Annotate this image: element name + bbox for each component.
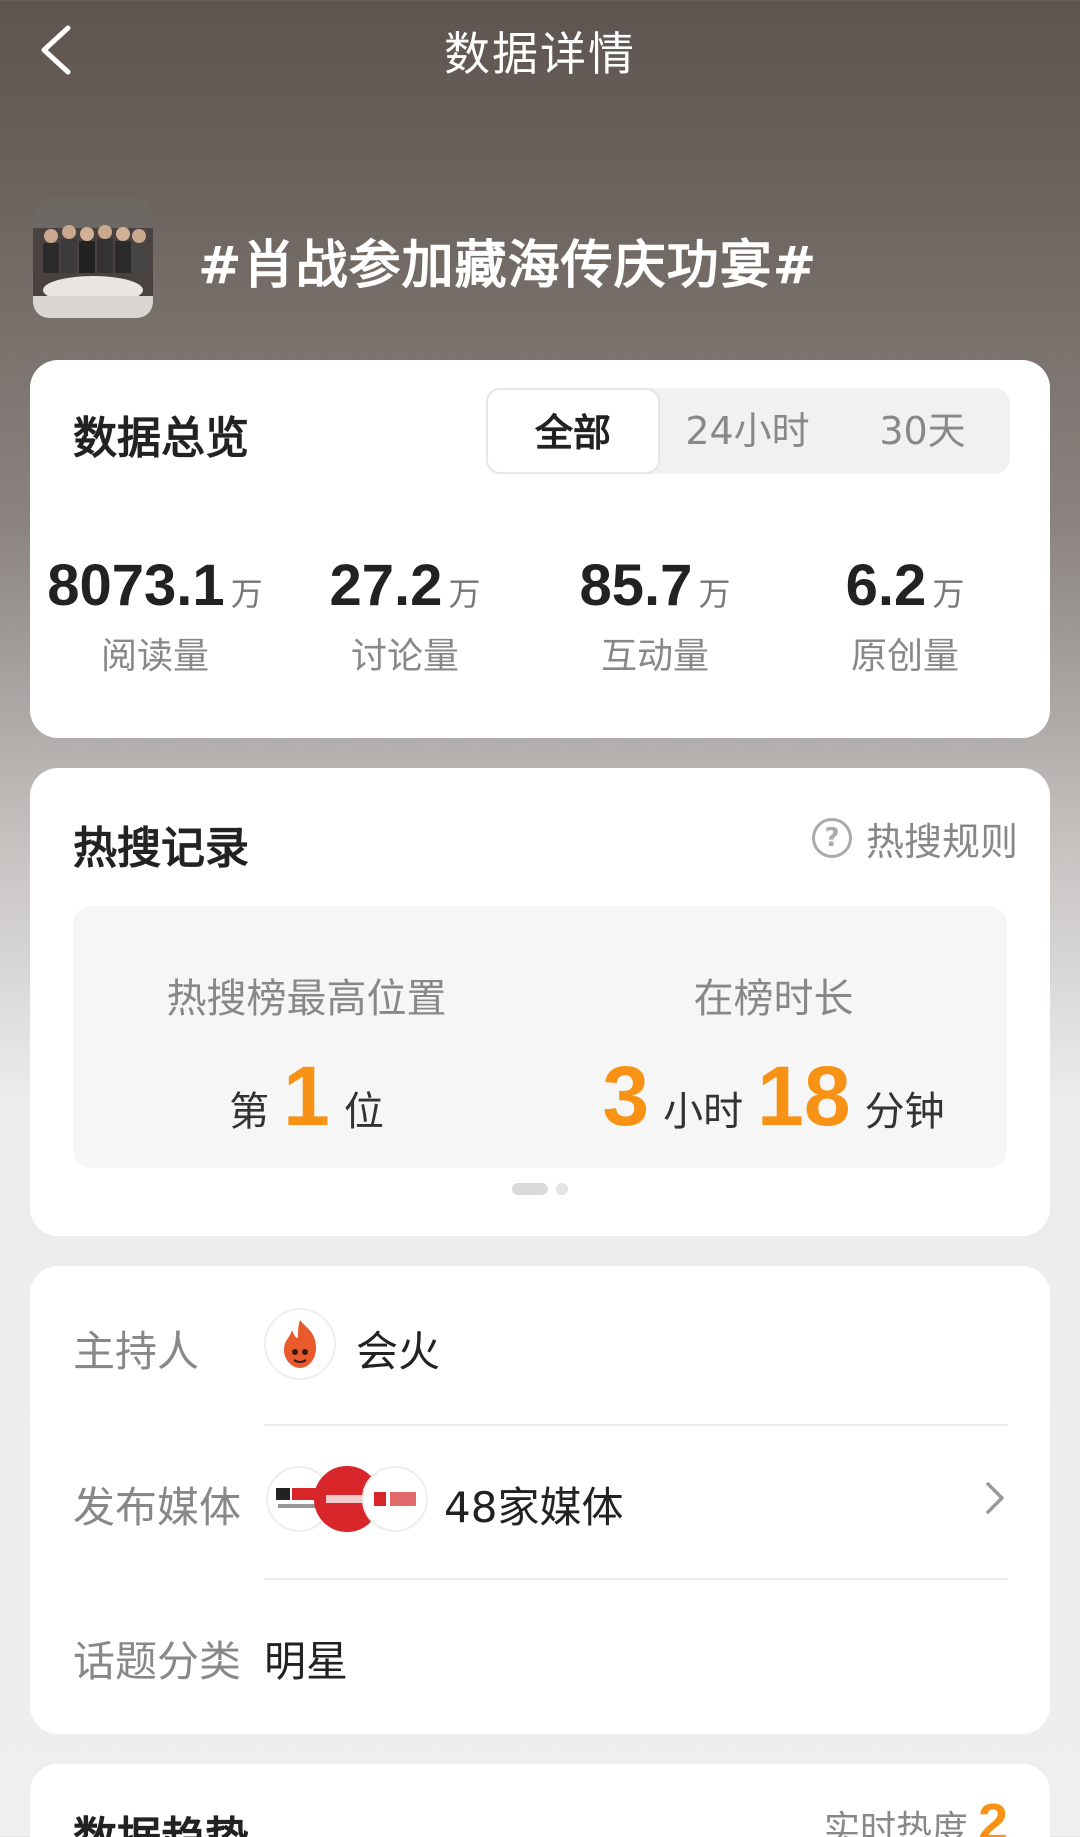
best-position-value: 第1位 [73, 1048, 540, 1145]
question-icon: ? [811, 818, 852, 858]
page-title: 数据详情 [444, 27, 636, 81]
media-count[interactable]: 48家媒体 [444, 1474, 623, 1535]
position-number: 1 [283, 1049, 330, 1143]
media-logo-paper [362, 1466, 428, 1532]
stat-value: 8073.1 [47, 553, 225, 618]
media-logos[interactable] [266, 1466, 428, 1534]
hours-unit: 小时 [663, 1089, 744, 1135]
stat-original: 6.2 万 原创量 [780, 552, 1030, 679]
hot-search-title: 热搜记录 [73, 823, 249, 874]
divider [264, 1578, 1008, 1580]
duration-value: 3 小时 18 分钟 [540, 1048, 1007, 1145]
rank-summary[interactable]: 热搜榜最高位置 在榜时长 第1位 3 小时 18 分钟 [73, 906, 1007, 1168]
realtime-value: 2 [977, 1793, 1008, 1837]
topic-title: #肖战参加藏海传庆功宴# [198, 236, 818, 296]
minutes-unit: 分钟 [864, 1089, 945, 1135]
pager-dot [556, 1183, 568, 1195]
topic-thumbnail[interactable] [33, 198, 153, 318]
stat-label: 讨论量 [350, 636, 459, 677]
realtime-label: 实时热度 [823, 1809, 968, 1837]
stat-read: 8073.1 万 阅读量 [30, 552, 280, 679]
stat-unit: 万 [448, 575, 481, 613]
duration-label: 在榜时长 [693, 976, 854, 1022]
tab-24h[interactable]: 24小时 [660, 388, 835, 474]
duration-minutes: 18 [757, 1049, 851, 1143]
tab-all[interactable]: 全部 [486, 388, 660, 474]
stat-label: 原创量 [850, 636, 959, 677]
stat-label: 互动量 [600, 636, 709, 677]
time-range-segment: 全部 24小时 30天 [486, 388, 1010, 474]
host-name[interactable]: 会火 [356, 1318, 440, 1379]
position-prefix: 第 [229, 1089, 270, 1135]
rule-label: 热搜规则 [865, 819, 1018, 864]
stat-unit: 万 [698, 575, 731, 613]
hot-search-rule-link[interactable]: ? 热搜规则 [811, 814, 1018, 864]
overview-title: 数据总览 [73, 413, 249, 464]
host-avatar[interactable] [264, 1308, 336, 1380]
chevron-right-icon[interactable] [974, 1478, 1014, 1518]
topic-info-card: 主持人 会火 发布媒体 48家媒体 话题分类 明星 [30, 1266, 1050, 1734]
host-label: 主持人 [73, 1327, 200, 1376]
stat-label: 阅读量 [100, 636, 209, 677]
stat-unit: 万 [932, 575, 965, 613]
tab-30d[interactable]: 30天 [835, 388, 1010, 474]
stat-value: 27.2 [329, 553, 443, 618]
trend-title: 数据趋势 [73, 1802, 249, 1837]
hot-search-card: 热搜记录 ? 热搜规则 热搜榜最高位置 在榜时长 第1位 3 小时 18 分钟 [30, 768, 1050, 1236]
media-label: 发布媒体 [73, 1483, 242, 1532]
stat-discuss: 27.2 万 讨论量 [280, 552, 530, 679]
nav-bar: 数据详情 [0, 0, 1080, 110]
stat-value: 6.2 [845, 553, 927, 618]
trend-card: 数据趋势 实时热度 2 [30, 1764, 1050, 1837]
duration-hours: 3 [602, 1049, 650, 1143]
topic-header: #肖战参加藏海传庆功宴# [33, 198, 1053, 318]
category-label: 话题分类 [73, 1637, 242, 1686]
pager-dot-active [512, 1183, 548, 1195]
divider [264, 1424, 1008, 1426]
stat-unit: 万 [230, 575, 263, 613]
best-position-label: 热搜榜最高位置 [166, 976, 447, 1022]
category-value: 明星 [264, 1637, 349, 1686]
overview-card: 数据总览 全部 24小时 30天 8073.1 万 阅读量 27.2 万 讨论量 8… [30, 360, 1050, 738]
stat-interact: 85.7 万 互动量 [530, 552, 780, 679]
stat-value: 85.7 [579, 553, 693, 618]
realtime-heat: 实时热度 2 [824, 1792, 1008, 1837]
position-suffix: 位 [343, 1089, 384, 1135]
